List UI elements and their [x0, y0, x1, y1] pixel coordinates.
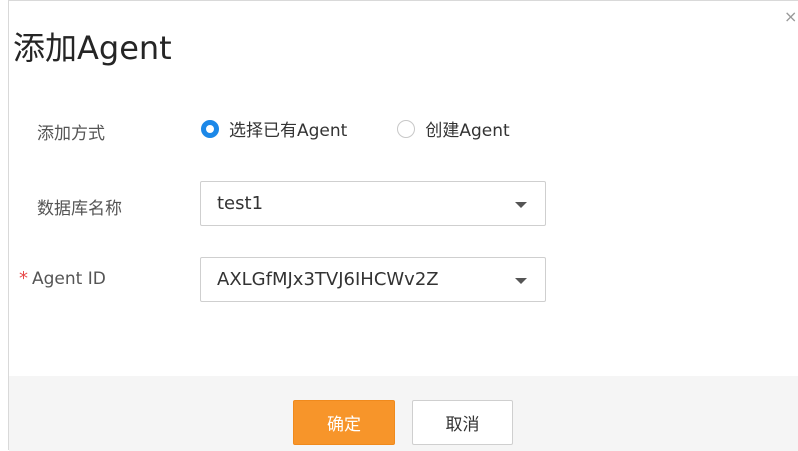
database-name-value: test1: [217, 193, 264, 214]
dialog-title: 添加Agent: [13, 29, 172, 67]
radio-checked-icon[interactable]: [201, 119, 219, 138]
agent-id-value: AXLGfMJx3TVJ6IHCWv2Z: [217, 269, 439, 290]
chevron-down-icon[interactable]: [515, 278, 527, 284]
agent-id-select[interactable]: AXLGfMJx3TVJ6IHCWv2Z: [200, 257, 546, 302]
cancel-button[interactable]: 取消: [412, 400, 513, 445]
add-mode-label: 添加方式: [37, 124, 105, 144]
database-name-select[interactable]: test1: [200, 181, 546, 226]
radio-label-create-agent: 创建Agent: [425, 121, 510, 141]
radio-label-existing-agent: 选择已有Agent: [229, 121, 348, 141]
chevron-down-icon[interactable]: [515, 202, 527, 208]
agent-id-label: Agent ID: [32, 268, 106, 289]
confirm-button[interactable]: 确定: [293, 400, 395, 445]
required-mark: *: [19, 268, 28, 289]
radio-option-existing-agent[interactable]: 选择已有Agent: [201, 116, 347, 141]
add-agent-dialog: × 添加Agent 添加方式 选择已有Agent 创建Agent 数据库名称 t…: [8, 0, 798, 451]
close-icon[interactable]: ×: [784, 7, 798, 27]
dialog-footer: 确定 取消: [9, 376, 798, 451]
agent-id-label-wrap: * Agent ID: [19, 268, 106, 289]
radio-unchecked-icon[interactable]: [397, 119, 416, 138]
database-name-label: 数据库名称: [37, 199, 122, 219]
radio-option-create-agent[interactable]: 创建Agent: [397, 116, 510, 141]
add-mode-radio-group: 选择已有Agent 创建Agent: [201, 116, 560, 141]
